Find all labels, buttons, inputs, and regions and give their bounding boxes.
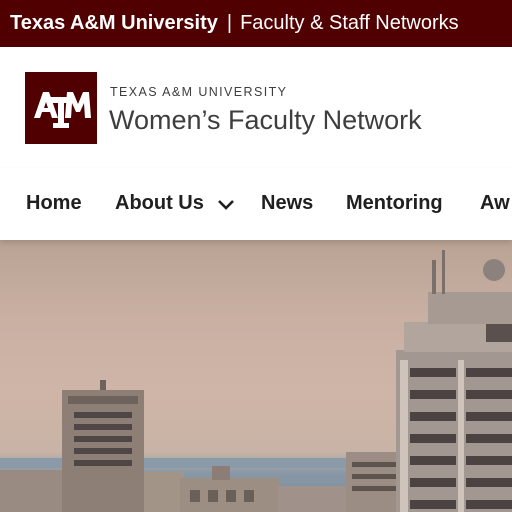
site-title[interactable]: Women’s Faculty Network <box>109 105 422 136</box>
topbar-separator: | <box>226 12 233 34</box>
campus-skyline-photo <box>0 250 512 512</box>
university-link[interactable]: Texas A&M University <box>10 12 218 35</box>
chevron-down-icon[interactable] <box>216 198 236 212</box>
main-nav: Home About Us News Mentoring Aw <box>0 168 512 240</box>
nav-home[interactable]: Home <box>26 192 82 215</box>
site-header: TEXAS A&M UNIVERSITY Women’s Faculty Net… <box>0 47 512 169</box>
university-wordmark: TEXAS A&M UNIVERSITY <box>110 85 288 99</box>
hero-image <box>0 240 512 512</box>
top-bar: Texas A&M University | Faculty & Staff N… <box>0 0 512 47</box>
nav-awards[interactable]: Aw <box>480 192 510 215</box>
faculty-staff-networks-link[interactable]: Faculty & Staff Networks <box>240 12 459 35</box>
nav-about-us[interactable]: About Us <box>115 192 204 215</box>
nav-mentoring[interactable]: Mentoring <box>346 192 443 215</box>
tamu-logo[interactable] <box>25 72 97 144</box>
nav-news[interactable]: News <box>261 192 313 215</box>
